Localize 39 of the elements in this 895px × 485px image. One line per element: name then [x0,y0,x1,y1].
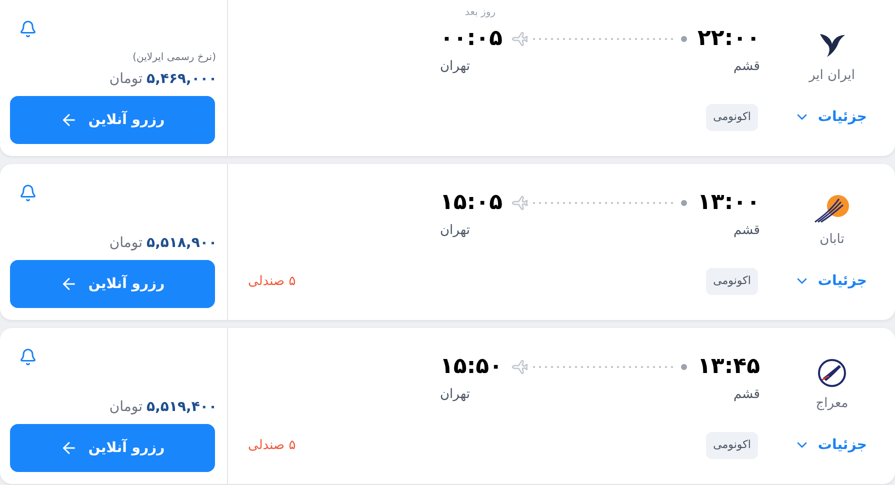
departure-time: ۲۲:۰۰ [697,25,760,53]
currency-label: تومان [109,398,143,417]
book-online-button[interactable]: رزرو آنلاین [10,424,215,472]
price-amount: ۵,۵۱۸,۹۰۰ [146,234,217,253]
arrival-city: تهران [440,222,470,240]
book-online-button[interactable]: رزرو آنلاین [10,96,215,144]
departure-time: ۱۳:۴۵ [697,353,760,381]
airline-name: معراج [816,395,848,413]
cabin-badge: اکونومی [706,432,758,458]
bell-icon[interactable] [19,348,37,366]
next-day-note: روز بعد [465,6,496,20]
seats-left: ۵ صندلی [248,436,296,454]
departure-city: قشم [734,386,760,404]
bell-icon[interactable] [19,184,37,202]
price-amount: ۵,۴۶۹,۰۰۰ [146,70,217,89]
airline-name: تابان [820,231,844,249]
sun-logo-icon [813,194,851,224]
details-button[interactable]: جزئیات [794,106,867,128]
departure-time: ۱۳:۰۰ [697,189,760,217]
book-online-button[interactable]: رزرو آنلاین [10,260,215,308]
price-note: (نرخ رسمی ایرلاین) [132,51,216,65]
ring-logo-icon [817,358,847,388]
seats-left: ۵ صندلی [248,272,296,290]
details-button[interactable]: جزئیات [794,270,867,292]
price-amount: ۵,۵۱۹,۴۰۰ [146,398,217,417]
arrival-time: ۰۰:۰۵ [440,25,503,53]
currency-label: تومان [109,234,143,253]
arrival-time: ۱۵:۵۰ [440,353,503,381]
arrival-city: تهران [440,58,470,76]
details-button[interactable]: جزئیات [794,434,867,456]
cabin-badge: اکونومی [706,104,758,130]
currency-label: تومان [109,70,143,89]
arrival-city: تهران [440,386,470,404]
arrival-time: ۱۵:۰۵ [440,189,503,217]
cabin-badge: اکونومی [706,268,758,294]
departure-city: قشم [734,58,760,76]
departure-city: قشم [734,222,760,240]
bell-icon[interactable] [19,20,37,38]
airline-name: ایران ایر [808,67,856,85]
